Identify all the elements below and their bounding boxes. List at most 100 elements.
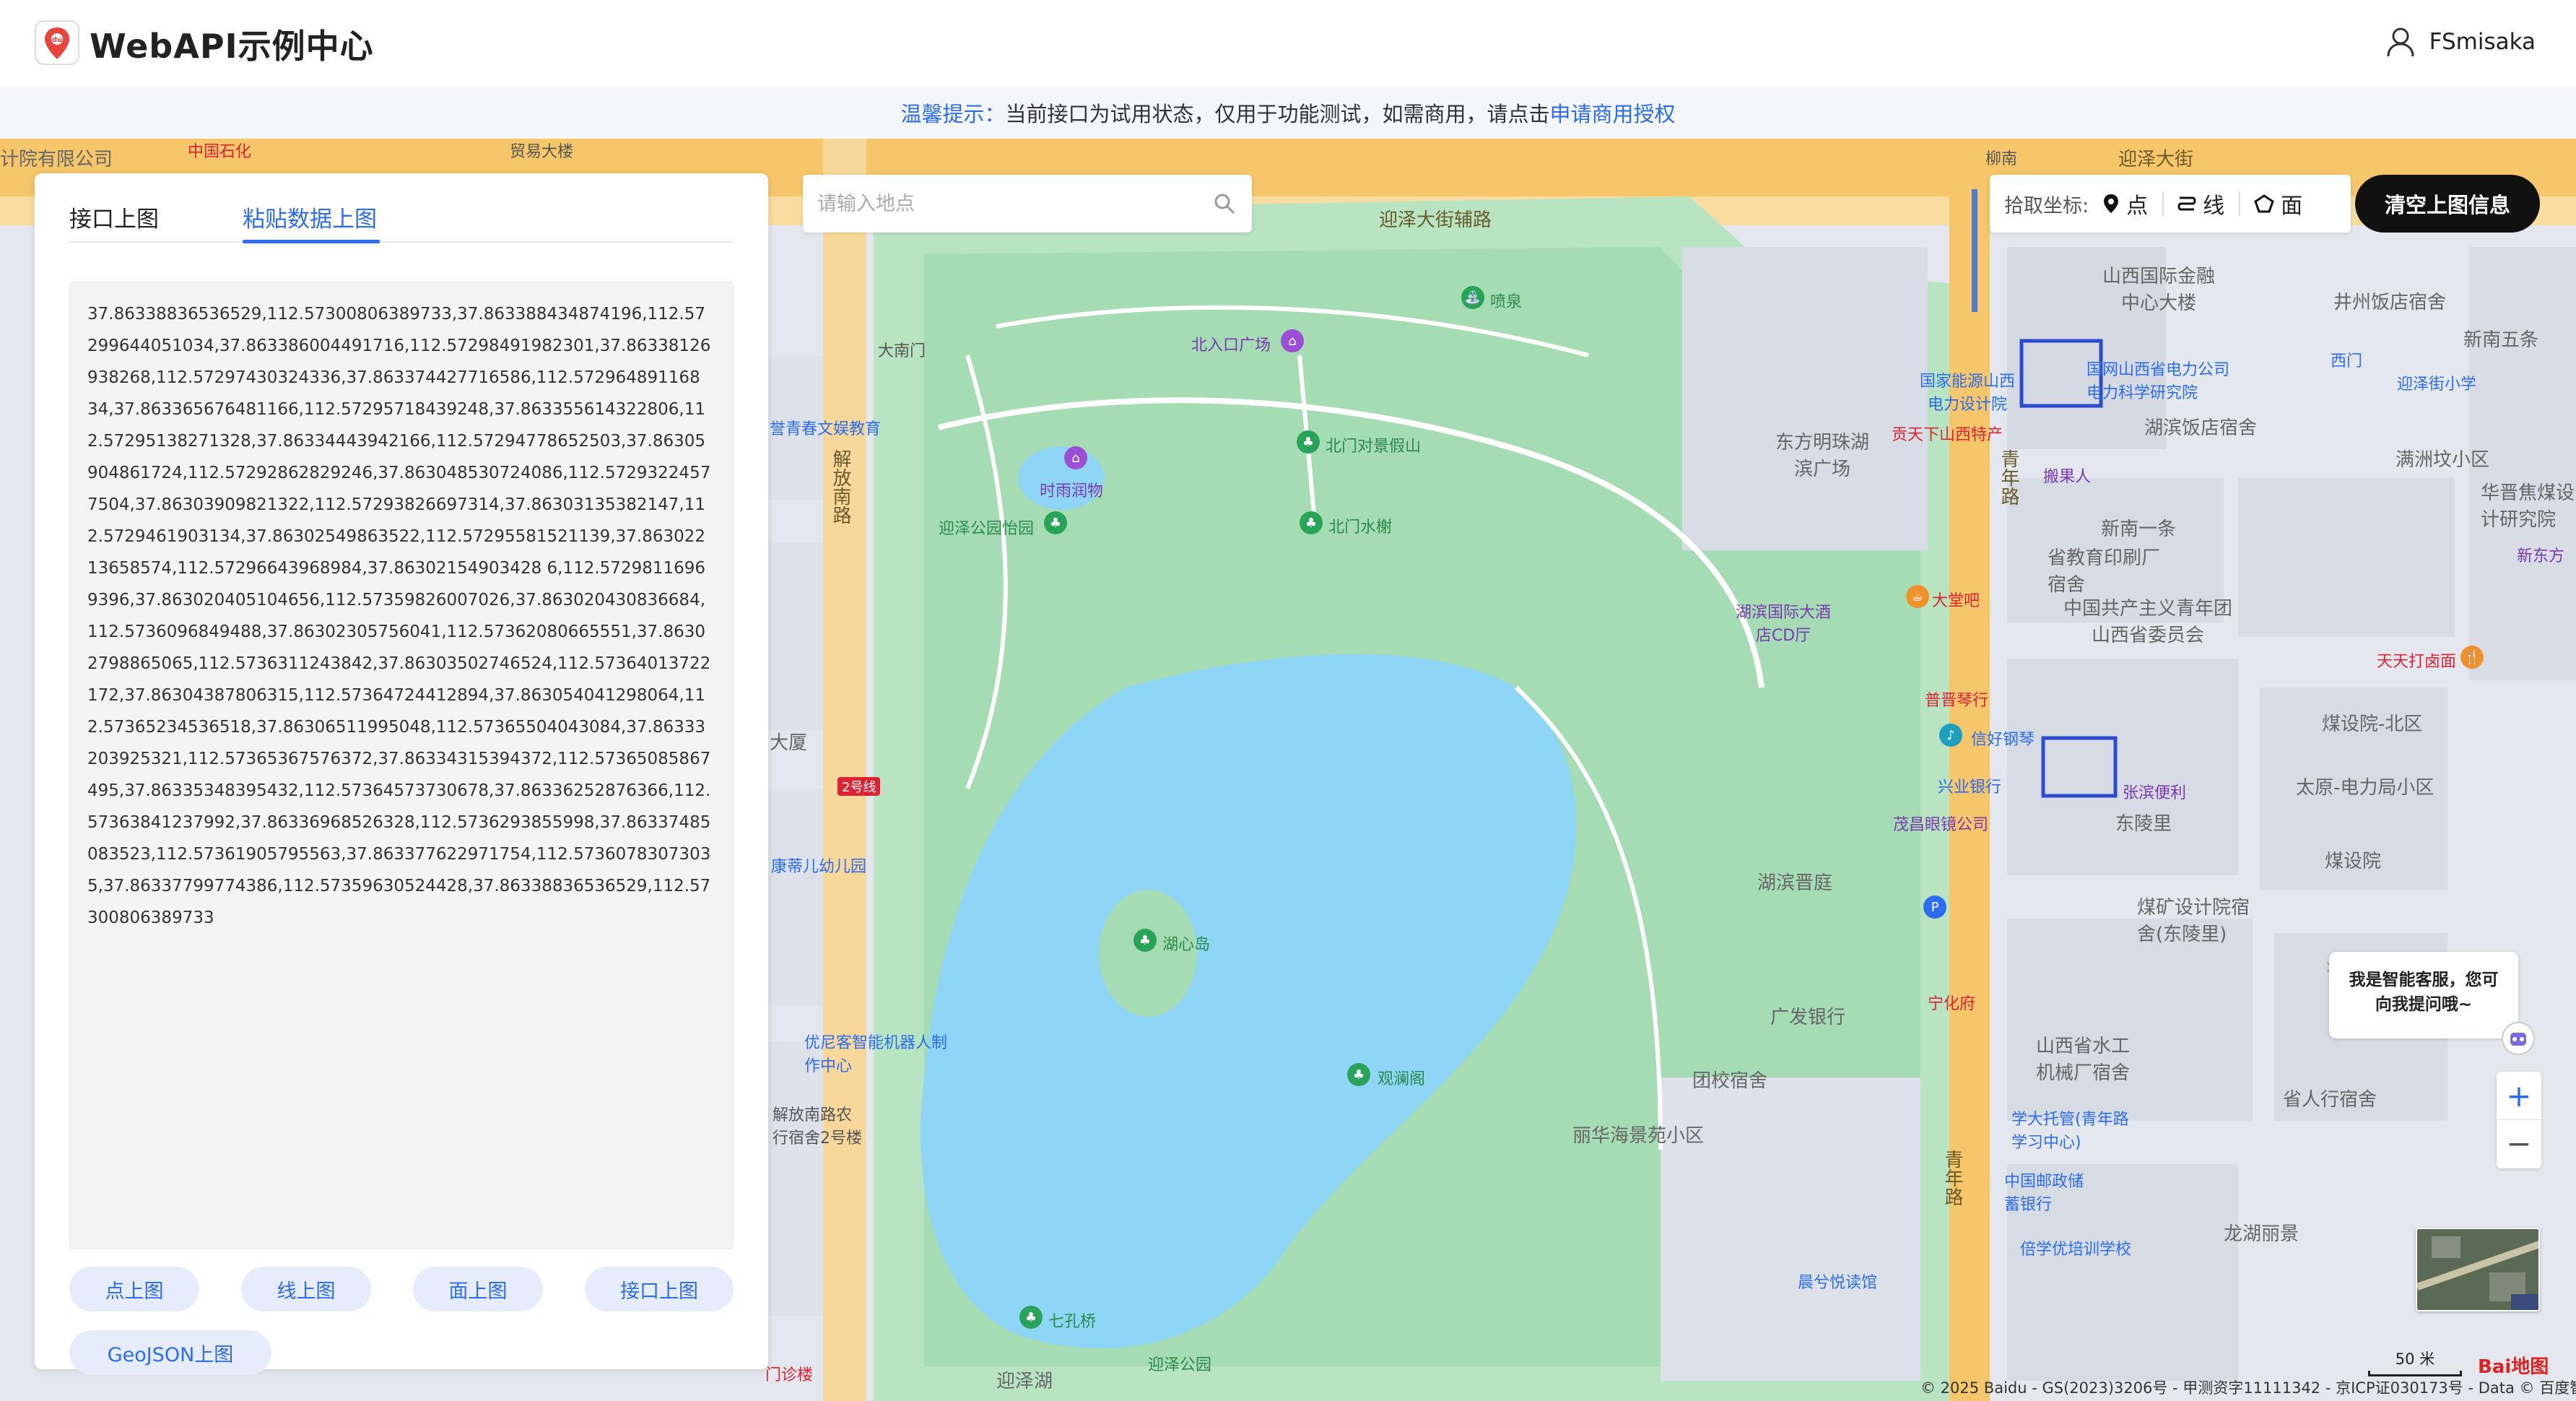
poi-label: 门诊楼 bbox=[765, 1366, 814, 1384]
poi-label: 山西省水工机械厂宿舍 bbox=[2036, 1036, 2131, 1084]
poi-marker[interactable]: P bbox=[1923, 895, 1946, 919]
poi-marker[interactable]: ♣ bbox=[1019, 1306, 1043, 1329]
poi-label: 新南五条 bbox=[2463, 329, 2539, 351]
poi-marker[interactable]: 🍴 bbox=[2460, 646, 2484, 669]
poi-marker[interactable]: ♣ bbox=[1347, 1063, 1370, 1086]
data-panel: 接口上图 粘贴数据上图 37.86338836536529,112.573008… bbox=[35, 173, 768, 1375]
username: FSmisaka bbox=[2429, 29, 2536, 55]
poi-label: 中国石化 bbox=[188, 143, 252, 161]
svg-text:du: du bbox=[52, 36, 62, 44]
road-label: 东陵里 bbox=[2115, 813, 2172, 835]
coordinate-data-textarea[interactable]: 37.86338836536529,112.57300806389733,37.… bbox=[69, 282, 734, 1249]
road-label: 新南一条 bbox=[2101, 519, 2177, 540]
search-icon[interactable] bbox=[1213, 192, 1236, 215]
poi-label: 湖滨国际大酒店CD厅 bbox=[1735, 604, 1831, 645]
poi-marker[interactable]: ⌂ bbox=[1281, 329, 1304, 352]
poi-label: 大南门 bbox=[878, 342, 926, 360]
poi-marker[interactable]: ♪ bbox=[1939, 724, 1962, 747]
poi-label: 省教育印刷厂宿舍 bbox=[2048, 547, 2161, 596]
tab-api-plot[interactable]: 接口上图 bbox=[69, 201, 159, 233]
poi-label: 天天打卤面 bbox=[2377, 653, 2457, 671]
poi-marker[interactable]: ♣ bbox=[1300, 511, 1323, 534]
poi-label: 信好钢琴 bbox=[1971, 731, 2035, 749]
zoom-out-button[interactable]: − bbox=[2497, 1119, 2541, 1167]
poi-label: 搬果人 bbox=[2043, 468, 2092, 486]
road-label: 解放南路 bbox=[830, 449, 851, 524]
poi-label: 茂昌眼镜公司 bbox=[1893, 816, 1989, 834]
pick-line-button[interactable]: 线 bbox=[2177, 188, 2224, 220]
satellite-thumbnail[interactable] bbox=[2416, 1228, 2540, 1311]
poi-marker[interactable]: ♣ bbox=[1044, 511, 1067, 534]
notice-text: 当前接口为试用状态，仅用于功能测试，如需商用，请点击 bbox=[1005, 102, 1550, 126]
poi-label: 普晋琴行 bbox=[1925, 692, 1989, 710]
pick-point-button[interactable]: 点 bbox=[2102, 188, 2148, 220]
poi-label: 迎泽公园 bbox=[1148, 1356, 1212, 1374]
scale-bar bbox=[2368, 1371, 2462, 1376]
plot-line-button[interactable]: 线上图 bbox=[241, 1267, 371, 1311]
poi-label: 煤矿设计院宿舍(东陵里) bbox=[2137, 897, 2250, 945]
plot-point-button[interactable]: 点上图 bbox=[69, 1267, 199, 1311]
zoom-in-button[interactable]: + bbox=[2497, 1072, 2541, 1119]
poi-label: 晨兮悦读馆 bbox=[1798, 1274, 1878, 1292]
poi-label: 贸易大楼 bbox=[510, 143, 574, 161]
poi-label: 学大托管(青年路学习中心) bbox=[2011, 1111, 2129, 1152]
poi-label: 张滨便利 bbox=[2123, 784, 2187, 802]
poi-label: 大堂吧 bbox=[1932, 592, 1980, 610]
plot-button-row: 点上图 线上图 面上图 接口上图 GeoJSON上图 bbox=[69, 1267, 734, 1375]
notice-title: 温馨提示： bbox=[900, 102, 1006, 126]
poi-label: 煤设院-北区 bbox=[2322, 713, 2423, 735]
poi-label: 中国邮政储蓄银行 bbox=[2004, 1173, 2084, 1214]
road-label: 迎泽大街 bbox=[2118, 149, 2194, 170]
top-header: du WebAPI示例中心 FSmisaka bbox=[0, 0, 2576, 87]
robot-assistant-icon[interactable] bbox=[2501, 1021, 2536, 1056]
poi-label: 兴业银行 bbox=[1938, 778, 2002, 797]
divider bbox=[2162, 191, 2164, 216]
poi-label: 柳南 bbox=[1985, 150, 2018, 168]
plot-polygon-button[interactable]: 面上图 bbox=[413, 1267, 543, 1311]
map-scale: 50 米 bbox=[2368, 1348, 2462, 1376]
tab-paste-data[interactable]: 粘贴数据上图 bbox=[243, 201, 377, 233]
poi-label: 北门对景假山 bbox=[1326, 438, 1422, 456]
poi-marker[interactable]: ☕ bbox=[1906, 585, 1929, 608]
geojson-plot-button[interactable]: GeoJSON上图 bbox=[69, 1330, 271, 1375]
road-label: 迎泽大街辅路 bbox=[1379, 209, 1492, 231]
search-input[interactable] bbox=[817, 186, 1193, 221]
poi-label: 迎泽街小学 bbox=[2397, 376, 2477, 394]
poi-label: 广发银行 bbox=[1770, 1007, 1846, 1028]
clear-map-button[interactable]: 清空上图信息 bbox=[2355, 175, 2540, 233]
poi-label: 省人行宿舍 bbox=[2283, 1089, 2377, 1111]
poi-label: 煤设院 bbox=[2325, 851, 2382, 872]
poi-label: 新东方 bbox=[2517, 547, 2565, 565]
poi-label: 宁化府 bbox=[1928, 995, 1976, 1013]
poi-label: 优尼客智能机器人制作中心 bbox=[804, 1034, 948, 1075]
logo[interactable]: du WebAPI示例中心 bbox=[35, 20, 374, 68]
poi-marker[interactable]: ♣ bbox=[1133, 929, 1157, 952]
poi-label: 中国共产主义青年团山西省委员会 bbox=[2063, 598, 2232, 646]
poi-marker[interactable]: ⌂ bbox=[1064, 446, 1087, 469]
poi-marker[interactable]: ♣ bbox=[1297, 430, 1320, 454]
poi-label: 湖滨饭店宿舍 bbox=[2144, 417, 2258, 439]
map-pin-logo-icon: du bbox=[35, 20, 79, 65]
baidu-map-logo: Bai地图 bbox=[2478, 1356, 2549, 1378]
scale-label: 50 米 bbox=[2395, 1350, 2435, 1368]
polygon-icon bbox=[2254, 194, 2274, 213]
poi-label: 山西国际金融中心大楼 bbox=[2102, 266, 2215, 314]
road-label: 迎泽湖 bbox=[996, 1371, 1053, 1392]
point-pin-icon bbox=[2104, 194, 2119, 213]
map-copyright: © 2025 Baidu - GS(2023)3206号 - 甲测资字11111… bbox=[1920, 1379, 2576, 1397]
divider bbox=[2239, 191, 2241, 216]
line-route-icon bbox=[2177, 196, 2196, 211]
poi-label: 时雨润物 bbox=[1040, 482, 1104, 500]
apply-license-link[interactable]: 申请商用授权 bbox=[1550, 97, 1676, 128]
chat-assistant-tip[interactable]: 我是智能客服，您可向我提问哦~ bbox=[2329, 952, 2518, 1038]
satellite-preview-image bbox=[2417, 1229, 2538, 1310]
poi-marker[interactable]: ⛲ bbox=[1461, 286, 1484, 309]
poi-label: 解放南路农行宿舍2号楼 bbox=[773, 1106, 862, 1148]
user-menu[interactable]: FSmisaka bbox=[2386, 26, 2536, 58]
pick-polygon-button[interactable]: 面 bbox=[2253, 188, 2302, 220]
pick-coordinate-bar: 拾取坐标: 点 线 面 bbox=[1990, 175, 2351, 233]
poi-label: 康蒂儿幼儿园 bbox=[771, 858, 867, 876]
poi-label: 倍学优培训学校 bbox=[2020, 1241, 2132, 1259]
api-plot-button[interactable]: 接口上图 bbox=[585, 1267, 734, 1311]
road-label: 青年路 bbox=[1941, 1150, 1963, 1206]
